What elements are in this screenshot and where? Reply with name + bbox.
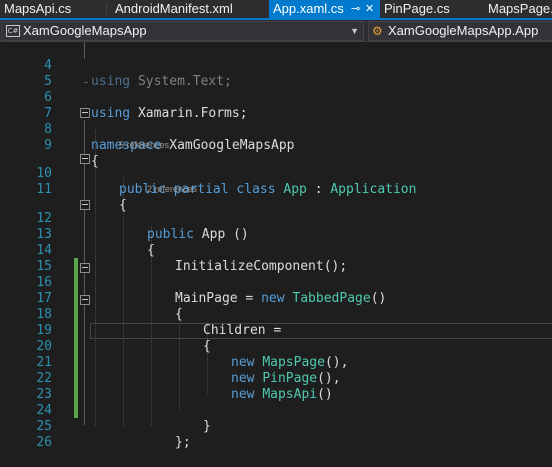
code-line-21: 21 new PinPage(), xyxy=(0,339,552,386)
tab-label: MapsApi.cs xyxy=(4,1,72,16)
tab-label: AndroidManifest.xml xyxy=(115,1,233,16)
code-line-11: 11 { xyxy=(0,166,552,213)
code-line-18: 18 Children = xyxy=(0,291,552,338)
code-line-12: 12 public App () xyxy=(0,195,552,242)
code-line-22: 22 new MapsApi() xyxy=(0,355,552,402)
code-line-10: 10 public partial class App : Applicatio… xyxy=(0,150,552,197)
code-line-24: 24 } xyxy=(0,387,552,434)
close-icon[interactable]: ✕ xyxy=(365,0,374,18)
code-line-13: 13 { xyxy=(0,211,552,258)
code-line-14: 14 InitializeComponent(); xyxy=(0,227,552,274)
code-line-23: 23 xyxy=(0,371,552,402)
line-number: 26 xyxy=(36,435,52,450)
code-line-8: 8 namespace XamGoogleMapsApp xyxy=(0,106,552,153)
chevron-down-icon: ▼ xyxy=(350,26,359,36)
type-dropdown[interactable]: ⚙ XamGoogleMapsApp.App xyxy=(368,21,552,41)
code-line-25: 25 }; xyxy=(0,403,552,450)
code-line-19: 19 { xyxy=(0,307,552,354)
codelens-references[interactable]: 2 references xyxy=(147,183,197,195)
tab-mapspage[interactable]: MapsPage.cs xyxy=(484,0,552,18)
tab-label: MapsPage.cs xyxy=(488,1,552,16)
code-editor[interactable]: 4 using System.Text; 5 6 using Xamarin.F… xyxy=(0,42,552,450)
tab-mapsapi[interactable]: MapsApi.cs xyxy=(0,0,96,18)
tab-pinpage[interactable]: PinPage.cs xyxy=(380,0,484,18)
csharp-project-icon: C# xyxy=(6,25,20,37)
project-dropdown[interactable]: C# XamGoogleMapsApp ▼ xyxy=(1,21,364,41)
code-line-26: 26 xyxy=(0,419,552,450)
code-line-6: 6 using Xamarin.Forms; xyxy=(0,74,552,121)
tab-label: PinPage.cs xyxy=(384,1,450,16)
code-line-4: 4 using System.Text; xyxy=(0,42,552,89)
tab-divider xyxy=(106,3,107,15)
code-line-15: 15 xyxy=(0,243,552,274)
code-line-9: 9 { xyxy=(0,122,552,169)
code-line-20: 20 new MapsPage(), xyxy=(0,323,552,370)
document-tab-strip: MapsApi.cs AndroidManifest.xml App.xaml.… xyxy=(0,0,552,18)
code-line-16: 16 MainPage = new TabbedPage() xyxy=(0,259,552,306)
code-line-17: 17 { xyxy=(0,275,552,322)
tab-androidmanifest[interactable]: AndroidManifest.xml xyxy=(111,0,265,18)
tab-app-xaml-cs[interactable]: App.xaml.cs ⊸ ✕ xyxy=(269,0,380,18)
type-dropdown-value: XamGoogleMapsApp.App xyxy=(388,23,539,38)
project-dropdown-value: XamGoogleMapsApp xyxy=(23,23,147,38)
pin-icon[interactable]: ⊸ xyxy=(351,0,360,18)
tab-label: App.xaml.cs xyxy=(273,1,344,16)
class-icon: ⚙ xyxy=(372,24,383,38)
code-line-5: 5 xyxy=(0,58,552,89)
code-line-7: 7 xyxy=(0,90,552,121)
navigation-bar: C# XamGoogleMapsApp ▼ ⚙ XamGoogleMapsApp… xyxy=(0,20,552,42)
